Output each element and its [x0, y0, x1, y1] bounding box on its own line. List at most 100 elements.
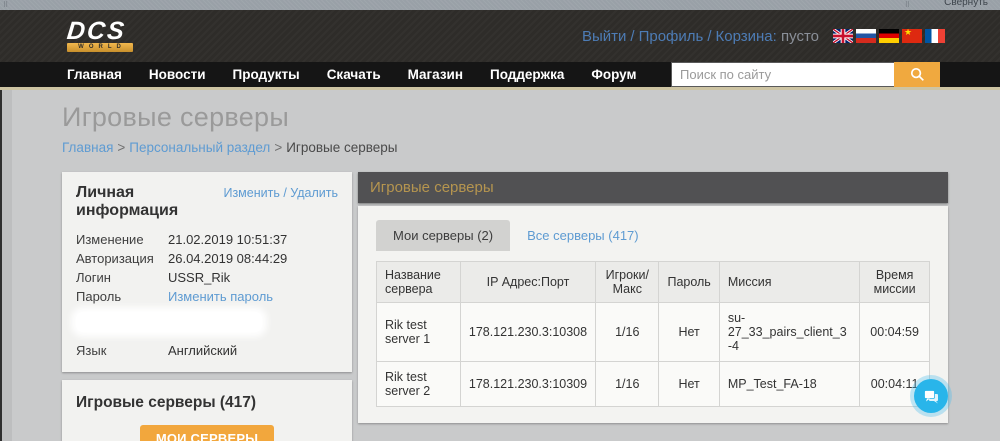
link-separator: / — [707, 27, 712, 45]
info-row-language: Язык Английский — [76, 341, 338, 360]
game-servers-box: Игровые серверы (417) МОИ СЕРВЕРЫ СПИСОК… — [62, 380, 352, 441]
server-row: Rik test server 1 178.121.230.3:10308 1/… — [376, 302, 930, 362]
flag-china-icon[interactable] — [902, 29, 922, 43]
personal-info-rows: Изменение 21.02.2019 10:51:37 Авторизаци… — [76, 230, 338, 360]
server-players: 1/16 — [595, 361, 660, 407]
info-row-login: Логин USSR_Rik — [76, 268, 338, 287]
breadcrumb-personal-section[interactable]: Персональный раздел — [129, 140, 270, 155]
info-row-password: Пароль Изменить пароль — [76, 287, 338, 306]
server-ip-port: 178.121.230.3:10309 — [459, 361, 597, 407]
page-title: Игровые серверы — [62, 102, 290, 132]
user-links: Выйти / Профиль / Корзина: пусто — [582, 28, 819, 45]
nav-items: Главная Новости Продукты Скачать Магазин Подд… — [67, 66, 664, 84]
drag-grip-icon: ⠿ — [904, 2, 910, 9]
flag-france-icon[interactable] — [925, 29, 945, 43]
user-area: Выйти / Профиль / Корзина: пусто — [582, 28, 945, 45]
breadcrumb-home[interactable]: Главная — [62, 140, 113, 155]
change-password-link[interactable]: Изменить пароль — [168, 287, 273, 306]
profile-link[interactable]: Профиль — [639, 28, 704, 45]
main-nav: Главная Новости Продукты Скачать Магазин Подд… — [0, 62, 1000, 87]
info-label: Изменение — [76, 232, 144, 247]
page-body: Игровые серверы Главная > Персональный раз… — [0, 90, 1000, 441]
content-columns: Личная информация Изменить / Удалить Изм… — [62, 172, 948, 441]
personal-info-box: Личная информация Изменить / Удалить Изм… — [62, 172, 352, 372]
collapse-control[interactable]: Свернуть — [944, 0, 988, 8]
server-password: Нет — [658, 361, 720, 407]
col-mission-time: Время миссии — [859, 261, 930, 303]
server-players: 1/16 — [595, 302, 660, 362]
breadcrumb-separator: > — [274, 140, 283, 155]
breadcrumb-current: Игровые серверы — [286, 140, 398, 155]
cart-status: пусто — [781, 27, 819, 45]
search-icon — [910, 67, 924, 81]
edit-delete-link[interactable]: Изменить / Удалить — [223, 186, 338, 200]
info-label: Логин — [76, 270, 111, 285]
tab-my-servers[interactable]: Мои серверы (2) — [376, 220, 511, 251]
flag-russia-icon[interactable] — [856, 29, 876, 43]
info-value: Английский — [168, 343, 238, 358]
dcs-world-logo[interactable]: DCS WORLD — [65, 16, 133, 52]
nav-item[interactable]: Новости — [149, 67, 206, 82]
my-servers-button-wrap: МОИ СЕРВЕРЫ — [76, 425, 338, 441]
nav-item[interactable]: Форум — [591, 67, 636, 82]
logout-link[interactable]: Выйти — [582, 28, 626, 45]
nav-item[interactable]: Главная — [67, 67, 122, 82]
col-players-max: Игроки/Макс — [595, 261, 660, 303]
left-edge-line — [0, 90, 2, 441]
site-search — [671, 62, 940, 87]
servers-panel-body: Мои серверы (2) Все серверы (417) Назван… — [358, 206, 948, 423]
col-server-name: Название сервера — [376, 261, 461, 303]
servers-table-head: Название сервера IP Адрес:Порт Игроки/Ма… — [376, 261, 930, 303]
breadcrumb-separator: > — [117, 140, 126, 155]
info-row-authorization: Авторизация 26.04.2019 08:44:29 — [76, 249, 338, 268]
info-label: Язык — [76, 343, 107, 358]
search-input[interactable] — [671, 62, 894, 87]
server-name-link[interactable]: Rik test server 1 — [376, 302, 461, 362]
server-password: Нет — [658, 302, 720, 362]
search-button[interactable] — [894, 62, 940, 87]
my-servers-button[interactable]: МОИ СЕРВЕРЫ — [139, 425, 275, 441]
server-ip-port: 178.121.230.3:10308 — [459, 302, 597, 362]
server-tabs: Мои серверы (2) Все серверы (417) — [376, 220, 930, 251]
site-header: DCS WORLD Выйти / Профиль / Корзина: пусто — [0, 10, 1000, 62]
info-value: USSR_Rik — [168, 270, 231, 285]
server-mission-time: 00:04:59 — [859, 302, 930, 362]
info-row-change: Изменение 21.02.2019 10:51:37 — [76, 230, 338, 249]
nav-item[interactable]: Магазин — [408, 67, 463, 82]
redacted-email-blur — [76, 312, 262, 332]
server-mission: su-27_33_pairs_client_3 -4 — [718, 302, 861, 362]
personal-info-title: Личная информация — [76, 184, 179, 219]
personal-info-header: Личная информация Изменить / Удалить — [76, 184, 338, 220]
chat-bubbles-icon — [923, 389, 938, 403]
logo-dcs-text: DCS — [65, 16, 128, 45]
servers-table: Название сервера IP Адрес:Порт Игроки/Ма… — [376, 261, 930, 407]
nav-item[interactable]: Поддержка — [490, 67, 564, 82]
flag-germany-icon[interactable] — [879, 29, 899, 43]
info-value: 26.04.2019 08:44:29 — [168, 251, 288, 266]
link-separator: / — [630, 27, 635, 45]
servers-table-body: Rik test server 1 178.121.230.3:10308 1/… — [376, 302, 930, 407]
server-row: Rik test server 2 178.121.230.3:10309 1/… — [376, 361, 930, 407]
col-ip-port: IP Адрес:Порт — [459, 261, 597, 303]
nav-item[interactable]: Продукты — [233, 67, 300, 82]
col-mission: Миссия — [718, 261, 861, 303]
col-password: Пароль — [658, 261, 720, 303]
nav-item[interactable]: Скачать — [327, 67, 381, 82]
sidebar: Личная информация Изменить / Удалить Изм… — [62, 172, 352, 441]
cart-link[interactable]: Корзина: — [716, 28, 777, 45]
header-row: Название сервера IP Адрес:Порт Игроки/Ма… — [376, 261, 930, 303]
drag-grip-icon: ⠿ — [3, 2, 10, 9]
info-value: 21.02.2019 10:51:37 — [168, 232, 288, 247]
language-flags — [833, 29, 945, 43]
browser-top-strip: ⠿ ⠿ Свернуть — [0, 0, 1000, 10]
info-label: Авторизация — [76, 251, 154, 266]
flag-united-kingdom-icon[interactable] — [833, 29, 853, 43]
main-panel: Игровые серверы Мои серверы (2) Все серв… — [358, 172, 948, 423]
breadcrumb: Главная > Персональный раздел > Игровые серв… — [62, 140, 1000, 155]
info-label: Пароль — [76, 289, 122, 304]
chat-support-button[interactable] — [914, 379, 948, 413]
server-mission: MP_Test_FA-18 — [718, 361, 861, 407]
server-name-link[interactable]: Rik test server 2 — [376, 361, 461, 407]
tab-all-servers[interactable]: Все серверы (417) — [510, 220, 656, 251]
game-servers-box-title: Игровые серверы (417) — [76, 394, 257, 411]
